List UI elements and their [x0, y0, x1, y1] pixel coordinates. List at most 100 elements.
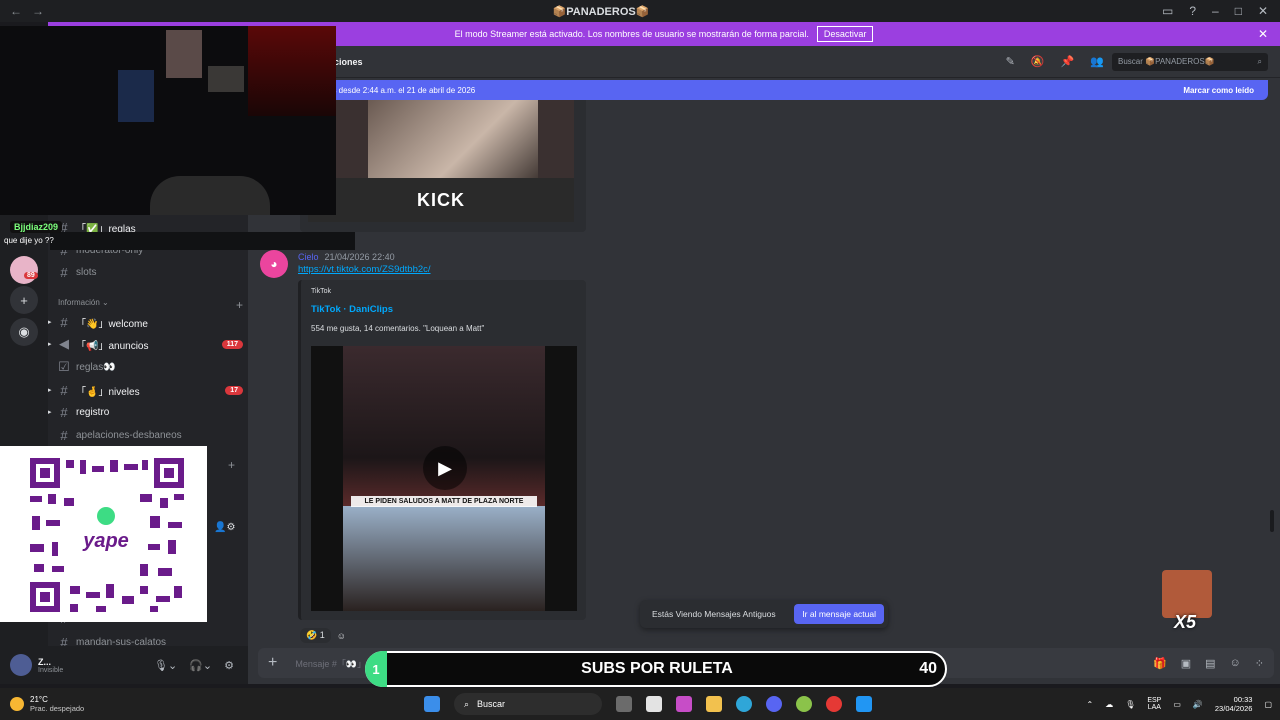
channel-apelaciones[interactable]: # apelaciones-desbaneos [58, 425, 243, 445]
channel-settings-icons[interactable]: 👤⚙ [214, 522, 235, 533]
hash-icon: # [60, 314, 68, 330]
header-tools: ✎ 🔕 📌 👥 [1006, 55, 1104, 68]
pin-icon[interactable]: 📌 [1061, 55, 1075, 68]
title-bar: ← → 📦PANADEROS📦 ▭ ? – □ ✕ [0, 0, 1280, 22]
channel-anuncios[interactable]: ▸ ◀ 「📢」anuncios 117 [48, 334, 243, 354]
ruleta-count: 40 [919, 660, 937, 677]
store-icon[interactable] [646, 696, 662, 712]
discover-icon[interactable]: ◉ [10, 318, 38, 346]
rules-icon: ☑ [58, 359, 70, 374]
new-messages-text: vos desde 2:44 a.m. el 21 de abril de 20… [324, 85, 476, 95]
username: Z... [38, 656, 51, 667]
sticker-icon[interactable]: ▤ [1205, 657, 1215, 670]
discord-icon[interactable] [766, 696, 782, 712]
message-link[interactable]: https://vt.tiktok.com/ZS9dtbb2c/ [298, 264, 431, 275]
language-indicator[interactable]: ESP LAA [1147, 697, 1161, 711]
search-icon: ⌕ [1257, 56, 1262, 66]
edge-icon[interactable] [736, 696, 752, 712]
add-channel-icon[interactable]: + [236, 298, 243, 312]
sticker-text: X5 [1174, 612, 1197, 632]
new-messages-bar[interactable]: vos desde 2:44 a.m. el 21 de abril de 20… [312, 80, 1268, 100]
close-icon[interactable]: ✕ [1258, 4, 1268, 18]
channel-niveles[interactable]: ▸ # 「🤞」niveles 17 [48, 380, 243, 400]
mic-icon[interactable]: 🎙 [1125, 700, 1135, 709]
search-input[interactable]: Buscar 📦PANADEROS📦 ⌕ [1112, 52, 1268, 71]
start-icon[interactable] [424, 696, 440, 712]
message-author[interactable]: Cielo [298, 252, 319, 262]
close-banner-icon[interactable]: ✕ [1258, 27, 1268, 41]
yape-logo: yape [83, 530, 129, 552]
microphone-icon[interactable]: 🎙⌄ [154, 659, 177, 672]
help-icon[interactable]: ? [1189, 4, 1196, 18]
embed-provider: TikTok [311, 288, 331, 295]
add-channel-icon[interactable]: + [228, 458, 235, 472]
server-icon[interactable] [10, 256, 38, 284]
scrollbar[interactable] [1270, 510, 1274, 532]
weather-widget[interactable]: 21°C Prac. despejado [10, 695, 84, 713]
clock[interactable]: 00:33 23/04/2026 [1215, 695, 1253, 713]
app-icon[interactable] [796, 696, 812, 712]
composer-tools: 🎁 ▣ ▤ ☺ ⁘ [1153, 657, 1274, 670]
headphones-icon[interactable]: 🎧⌄ [189, 659, 212, 672]
task-view-icon[interactable] [616, 696, 632, 712]
reaction-laughing[interactable]: 🤣 1 [300, 628, 331, 643]
inbox-icon[interactable]: ▭ [1162, 4, 1173, 18]
nav-arrows[interactable]: ← → [0, 4, 44, 18]
volume-icon[interactable]: 🔊 [1193, 700, 1203, 709]
deactivate-button[interactable]: Desactivar [816, 26, 874, 42]
add-reaction-icon[interactable]: ☺ [337, 631, 346, 641]
category-informacion[interactable]: Información ⌄ + [58, 298, 243, 312]
window-controls: ▭ ? – □ ✕ [1162, 4, 1280, 18]
file-explorer-icon[interactable] [706, 696, 722, 712]
mark-read-button[interactable]: Marcar como leído [1183, 86, 1268, 95]
emoji-icon[interactable]: ☺ [1230, 657, 1241, 670]
avatar[interactable]: ◕ [260, 250, 288, 278]
embed-video-thumbnail[interactable]: ▶ LE PIDEN SALUDOS A MATT DE PLAZA NORTE [311, 346, 577, 611]
add-server-icon[interactable]: + [10, 286, 38, 314]
channel-reglas-2[interactable]: ☑ reglas👀 [58, 357, 243, 377]
photos-icon[interactable] [856, 696, 872, 712]
threads-icon[interactable]: ✎ [1006, 55, 1015, 68]
hash-icon: # [60, 382, 68, 398]
embed-title[interactable]: TikTok · DaniClips [311, 304, 393, 315]
unread-badge: 117 [221, 339, 243, 349]
video-caption: LE PIDEN SALUDOS A MATT DE PLAZA NORTE [351, 496, 537, 507]
onedrive-icon[interactable]: ☁ [1105, 700, 1113, 709]
tiktok-embed: TikTok TikTok · DaniClips 554 me gusta, … [298, 280, 586, 620]
settings-icon[interactable]: ⚙ [224, 659, 234, 672]
copilot-icon[interactable] [676, 696, 692, 712]
maximize-icon[interactable]: □ [1235, 4, 1242, 18]
attach-icon[interactable]: + [258, 654, 277, 672]
user-info[interactable]: Z... Invisible [38, 657, 63, 674]
subs-ruleta-overlay: 1 SUBS POR RULETA 40 [365, 651, 947, 687]
play-icon[interactable]: ▶ [423, 446, 467, 490]
jump-to-present-button[interactable]: Ir al mensaje actual [794, 604, 884, 624]
message-timestamp: 21/04/2026 22:40 [324, 252, 395, 262]
old-messages-pill: Estás Viendo Mensajes Antiguos Ir al men… [640, 600, 888, 628]
kick-embed-thumbnail[interactable]: KICK [308, 100, 574, 222]
video-still-bottom [343, 506, 545, 611]
chevron-up-icon[interactable]: ⌃ [1086, 700, 1093, 709]
minimize-icon[interactable]: – [1212, 4, 1219, 18]
avatar[interactable] [10, 654, 32, 676]
notification-icon[interactable]: ▢ [1264, 700, 1272, 709]
taskbar-search[interactable]: ⌕ Buscar [454, 693, 602, 715]
red-light [248, 26, 336, 116]
mute-icon[interactable]: 🔕 [1031, 55, 1045, 68]
multiplier-sticker: X5 [1162, 570, 1212, 632]
members-icon[interactable]: 👥 [1090, 55, 1104, 68]
gif-icon[interactable]: ▣ [1181, 657, 1191, 670]
browser-icon[interactable] [826, 696, 842, 712]
streamer-silhouette [150, 176, 270, 215]
network-icon[interactable]: ▭ [1173, 700, 1181, 709]
channel-welcome[interactable]: ▸ # 「👋」welcome [48, 312, 243, 332]
hash-icon: # [60, 404, 68, 420]
unread-badge: 17 [225, 385, 243, 395]
back-icon[interactable]: ← [10, 4, 22, 18]
gift-icon[interactable]: 🎁 [1153, 657, 1167, 670]
channel-title: ciones [334, 56, 363, 67]
apps-icon[interactable]: ⁘ [1255, 657, 1264, 670]
user-panel: Z... Invisible 🎙⌄ 🎧⌄ ⚙ [0, 646, 248, 684]
channel-slots[interactable]: # slots [58, 262, 243, 282]
channel-registro[interactable]: ▸ # registro [48, 402, 243, 422]
